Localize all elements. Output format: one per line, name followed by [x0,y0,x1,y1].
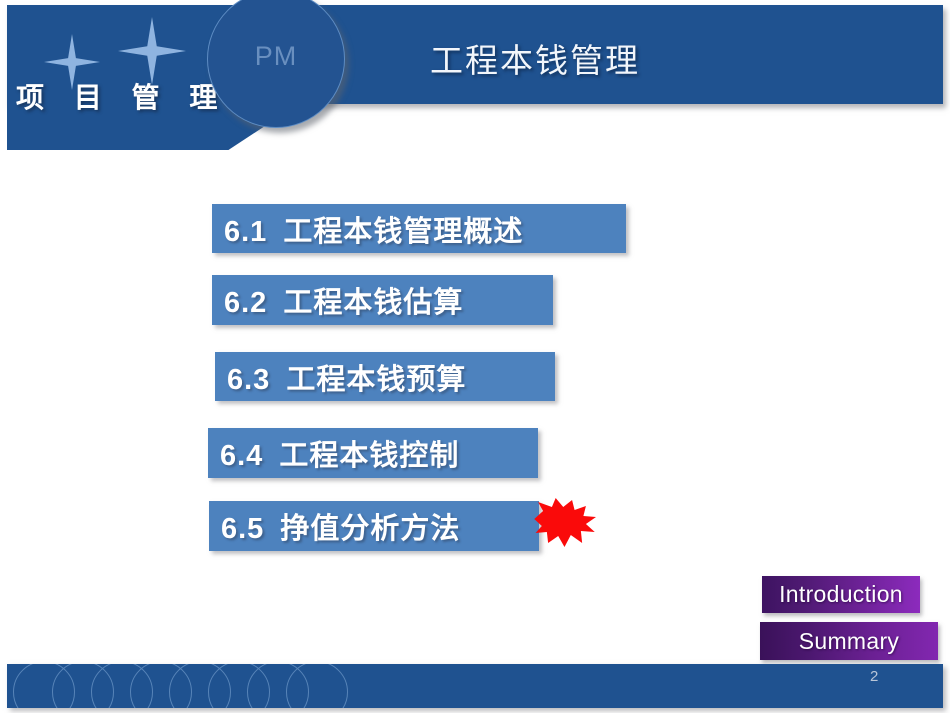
footer-circle [286,664,348,708]
red-explosion-icon [534,498,596,547]
agenda-item-number: 6.5 [221,513,265,545]
agenda-item-text: 工程本钱估算 [283,287,464,319]
agenda-item-number: 6.4 [220,440,264,472]
slide-canvas: 工程本钱管理 项 目 管 理 PM 6.1 工程本钱管理概述 6.2 工程本钱估算 … [0,0,950,713]
summary-button-label: Summary [798,627,900,654]
pm-logo-label: PM [254,41,298,71]
agenda-item-number: 6.2 [224,287,268,319]
agenda-item-label: 6.4 工程本钱控制 [208,432,459,474]
agenda-item-6-5[interactable]: 6.5 挣值分析方法 [209,501,539,551]
overlapping-circles-decoration [7,664,348,708]
agenda-item-text: 工程本钱预算 [286,363,467,396]
agenda-item-6-2[interactable]: 6.2 工程本钱估算 [212,275,553,325]
brand-banner-label: 项 目 管 理 [16,82,229,113]
slide-footer-bar [7,664,943,708]
agenda-item-label: 6.5 挣值分析方法 [209,505,460,547]
agenda-item-number: 6.1 [224,215,268,248]
introduction-button[interactable]: Introduction [762,576,920,613]
agenda-item-text: 挣值分析方法 [280,513,461,545]
agenda-item-label: 6.1 工程本钱管理概述 [212,208,523,250]
agenda-item-6-1[interactable]: 6.1 工程本钱管理概述 [212,204,626,253]
pm-circle-logo: PM [207,0,345,128]
agenda-item-label: 6.2 工程本钱估算 [212,279,463,321]
agenda-item-label: 6.3 工程本钱预算 [215,356,466,398]
page-title: 工程本钱管理 [430,42,640,79]
agenda-item-number: 6.3 [227,363,271,396]
agenda-item-text: 工程本钱管理概述 [283,215,524,248]
introduction-button-label: Introduction [779,581,903,607]
page-number: 2 [870,668,879,685]
agenda-item-text: 工程本钱控制 [279,440,460,472]
agenda-item-6-4[interactable]: 6.4 工程本钱控制 [208,428,538,478]
summary-button[interactable]: Summary [760,622,938,660]
agenda-item-6-3[interactable]: 6.3 工程本钱预算 [215,352,555,401]
